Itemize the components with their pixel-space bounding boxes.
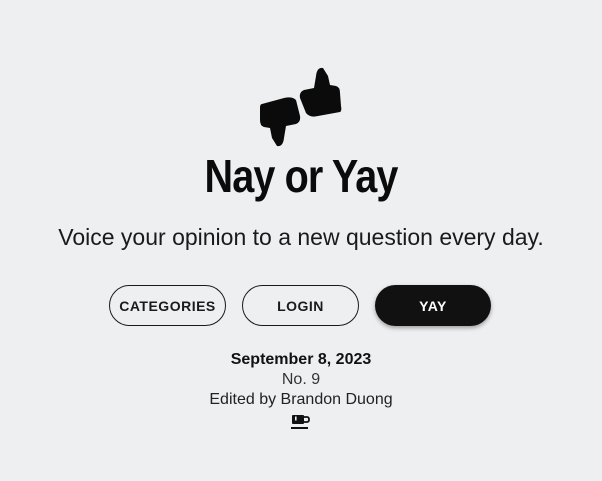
- page-title: Nay or Yay: [204, 150, 398, 202]
- login-button[interactable]: LOGIN: [242, 285, 359, 326]
- tagline: Voice your opinion to a new question eve…: [58, 224, 544, 250]
- issue-date: September 8, 2023: [230, 351, 372, 368]
- thumbs-down-up-icon: [258, 66, 344, 150]
- home-page: Nay or Yay Voice your opinion to a new q…: [0, 0, 602, 481]
- categories-button[interactable]: CATEGORIES: [109, 285, 226, 326]
- issue-number: No. 9: [281, 371, 321, 388]
- editor-credit: Edited by Brandon Duong: [209, 391, 393, 408]
- coffee-cup-icon[interactable]: [291, 413, 310, 432]
- yay-button[interactable]: YAY: [375, 285, 491, 326]
